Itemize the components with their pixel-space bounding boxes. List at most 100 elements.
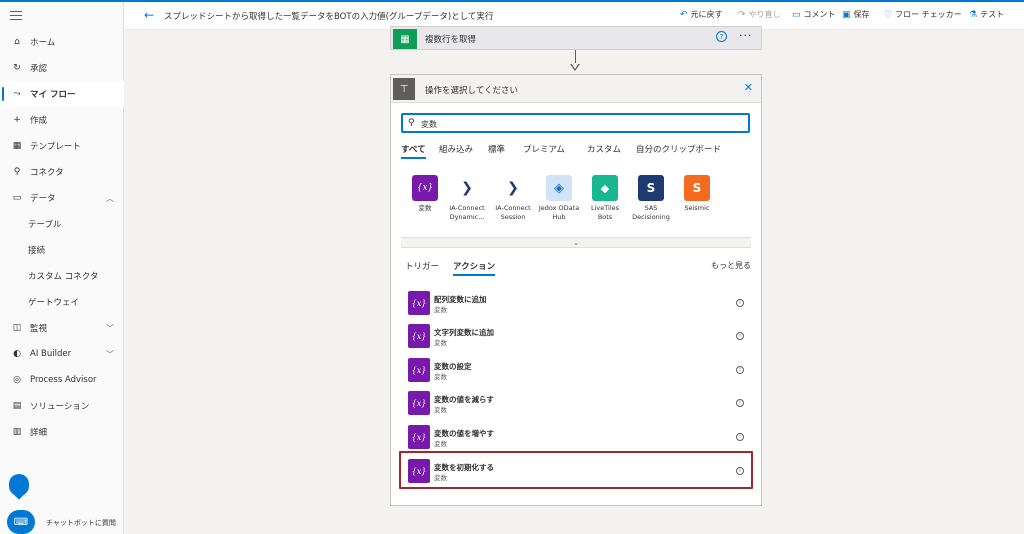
chevron-down-icon: ﹀ bbox=[106, 349, 114, 359]
trigger-action-tabs: トリガー アクション もっと見る bbox=[401, 260, 751, 276]
action-increment-variable[interactable]: {x} 変数の値を増やす 変数 i bbox=[401, 420, 751, 454]
panel-title: 操作を選択してください bbox=[425, 86, 518, 96]
nav-gateways[interactable]: ゲートウェイ bbox=[0, 289, 124, 315]
comment-button[interactable]: ▭ コメント bbox=[792, 9, 836, 20]
info-icon[interactable]: i bbox=[736, 299, 744, 307]
nav-connectors[interactable]: ⚲ コネクタ bbox=[0, 159, 124, 185]
nav-learn[interactable]: ▥ 詳細 bbox=[0, 419, 124, 445]
plus-icon: + bbox=[13, 115, 21, 125]
template-icon: ▦ bbox=[12, 141, 22, 151]
livetiles-icon: ◆ bbox=[592, 175, 618, 201]
nav-process-advisor[interactable]: ◎ Process Advisor bbox=[0, 367, 124, 393]
back-arrow-icon[interactable]: ← bbox=[144, 8, 154, 22]
nav-connections[interactable]: 接続 bbox=[0, 237, 124, 263]
chevron-down-icon: ⌄ bbox=[573, 239, 579, 247]
connector-livetiles-bots[interactable]: ◆ LiveTiles Bots bbox=[583, 175, 627, 222]
redo-button[interactable]: ↷ やり直し bbox=[738, 9, 781, 20]
chevron-up-icon: ︿ bbox=[106, 193, 114, 203]
flow-title: スプレッドシートから取得した一覧データをBOTの入力値(グループデータ)として実… bbox=[164, 12, 494, 22]
search-icon: ⚲ bbox=[408, 118, 415, 128]
book-icon: ▥ bbox=[12, 427, 22, 437]
comment-icon: ▭ bbox=[792, 9, 801, 20]
process-advisor-icon: ◎ bbox=[13, 375, 21, 385]
connector-jedox-odata-hub[interactable]: ◈ Jedox OData Hub bbox=[537, 175, 581, 222]
info-icon[interactable]: i bbox=[736, 332, 744, 340]
nav-custom-connectors[interactable]: カスタム コネクタ bbox=[0, 263, 124, 289]
operation-icon: ⊤ bbox=[393, 78, 415, 100]
seismic-icon: S bbox=[684, 175, 710, 201]
tab-premium[interactable]: プレミアム bbox=[523, 143, 565, 155]
variable-icon: {x} bbox=[408, 391, 430, 415]
action-set-variable[interactable]: {x} 変数の設定 変数 i bbox=[401, 353, 751, 387]
panel-header: ⊤ 操作を選択してください ✕ bbox=[391, 75, 761, 103]
flask-icon: ⚗ bbox=[969, 9, 978, 20]
expand-connectors-toggle[interactable]: ⌄ bbox=[401, 238, 751, 248]
chatbot-label: チャットボットに質問 bbox=[46, 519, 116, 527]
info-icon[interactable]: i bbox=[736, 467, 744, 475]
connector-ia-connect-session[interactable]: ❯ IA-Connect Session bbox=[491, 175, 535, 222]
action-append-to-array[interactable]: {x} 配列変数に追加 変数 i bbox=[401, 286, 751, 320]
choose-operation-panel: ⊤ 操作を選択してください ✕ ⚲ 変数 すべて 組み込み 標準 プレミアム カ… bbox=[390, 74, 762, 506]
sas-icon: S bbox=[638, 175, 664, 201]
action-decrement-variable[interactable]: {x} 変数の値を減らす 変数 i bbox=[401, 386, 751, 420]
connector-variables[interactable]: {x} 変数 bbox=[403, 175, 447, 213]
nav-my-flows[interactable]: ⤳ マイ フロー bbox=[0, 81, 124, 107]
search-input[interactable]: ⚲ 変数 bbox=[401, 113, 750, 133]
monitor-icon: ◫ bbox=[12, 323, 22, 333]
action-append-to-string[interactable]: {x} 文字列変数に追加 変数 i bbox=[401, 319, 751, 353]
variable-icon: {x} bbox=[408, 358, 430, 382]
variable-icon: {x} bbox=[408, 459, 430, 483]
nav-approvals[interactable]: ↻ 承認 bbox=[0, 55, 124, 81]
save-icon: ▣ bbox=[842, 9, 851, 20]
ia-connect-icon: ❯ bbox=[454, 175, 480, 201]
variable-icon: {x} bbox=[408, 291, 430, 315]
step-card-get-rows[interactable]: ▦ 複数行を取得 ? ··· bbox=[390, 26, 762, 50]
approval-icon: ↻ bbox=[13, 63, 21, 73]
tab-all[interactable]: すべて bbox=[401, 143, 426, 159]
variable-icon: {x} bbox=[412, 175, 438, 201]
help-icon[interactable]: ? bbox=[716, 31, 727, 42]
action-initialize-variable[interactable]: {x} 変数を初期化する 変数 i bbox=[399, 451, 753, 489]
database-icon: ▭ bbox=[12, 193, 22, 203]
nav-create[interactable]: + 作成 bbox=[0, 107, 124, 133]
hamburger-icon[interactable] bbox=[10, 11, 22, 21]
undo-icon: ↶ bbox=[680, 9, 688, 20]
redo-icon: ↷ bbox=[738, 9, 746, 20]
tab-my-clipboard[interactable]: 自分のクリップボード bbox=[636, 143, 721, 155]
left-nav: ⌂ ホーム ↻ 承認 ⤳ マイ フロー + 作成 ▦ テンプレート ⚲ コネクタ ▭ データ ︿… bbox=[0, 2, 124, 534]
chatbot-button[interactable]: ⌨ bbox=[7, 510, 35, 534]
test-button[interactable]: ⚗ テスト bbox=[969, 9, 1004, 20]
google-sheets-icon: ▦ bbox=[393, 29, 417, 49]
chat-icon: ⌨ bbox=[13, 516, 29, 528]
notification-pin-icon bbox=[9, 474, 29, 496]
info-icon[interactable]: i bbox=[736, 433, 744, 441]
nav-templates[interactable]: ▦ テンプレート bbox=[0, 133, 124, 159]
connector-ia-connect-dynamic[interactable]: ❯ IA-Connect Dynamic... bbox=[445, 175, 489, 222]
chevron-down-icon: ﹀ bbox=[106, 323, 114, 333]
connector-sas-decisioning[interactable]: S SAS Decisioning bbox=[629, 175, 673, 222]
undo-button[interactable]: ↶ 元に戻す bbox=[680, 9, 723, 20]
info-icon[interactable]: i bbox=[736, 366, 744, 374]
ia-connect-session-icon: ❯ bbox=[500, 175, 526, 201]
flow-checker-button[interactable]: ♡ フロー チェッカー bbox=[884, 9, 962, 20]
nav-solutions[interactable]: ▤ ソリューション bbox=[0, 393, 124, 419]
nav-monitor[interactable]: ◫ 監視 ﹀ bbox=[0, 315, 124, 341]
tab-custom[interactable]: カスタム bbox=[587, 143, 621, 155]
see-more-link[interactable]: もっと見る bbox=[711, 260, 751, 271]
close-icon[interactable]: ✕ bbox=[744, 81, 753, 94]
connector-seismic[interactable]: S Seismic bbox=[675, 175, 719, 213]
tab-builtin[interactable]: 組み込み bbox=[439, 143, 473, 155]
more-options-icon[interactable]: ··· bbox=[739, 29, 753, 42]
nav-tables[interactable]: テーブル bbox=[0, 211, 124, 237]
info-icon[interactable]: i bbox=[736, 399, 744, 407]
nav-ai-builder[interactable]: ◐ AI Builder ﹀ bbox=[0, 341, 124, 367]
save-button[interactable]: ▣ 保存 bbox=[842, 9, 870, 20]
flow-icon: ⤳ bbox=[13, 89, 21, 99]
tab-standard[interactable]: 標準 bbox=[488, 143, 505, 155]
nav-home[interactable]: ⌂ ホーム bbox=[0, 29, 124, 55]
tab-actions[interactable]: アクション bbox=[453, 260, 496, 276]
step-title: 複数行を取得 bbox=[425, 35, 477, 45]
ai-builder-icon: ◐ bbox=[13, 349, 21, 359]
tab-triggers[interactable]: トリガー bbox=[405, 260, 439, 272]
nav-data[interactable]: ▭ データ ︿ bbox=[0, 185, 124, 211]
